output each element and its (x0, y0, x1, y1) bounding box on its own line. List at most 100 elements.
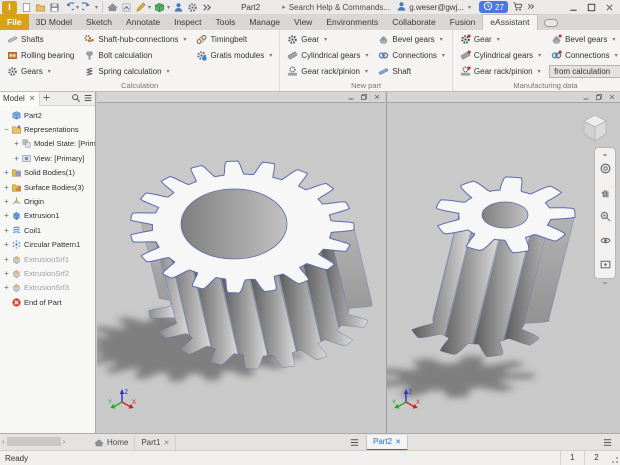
close-icon[interactable]: ✕ (163, 439, 169, 447)
ribbon-button-gear-rack-pinion[interactable]: Gear rack/pinion▾ (458, 64, 543, 79)
pan-icon[interactable] (599, 186, 612, 204)
tab-environments[interactable]: Environments (319, 14, 385, 30)
look-at-icon[interactable] (599, 258, 612, 276)
tab-scroll-control[interactable]: ‹ › (2, 437, 65, 446)
navbar-options-icon[interactable] (603, 282, 607, 284)
user-account-menu[interactable]: g.weser@gwj... ▾ (396, 1, 471, 14)
save-button[interactable] (48, 1, 61, 14)
new-file-button[interactable] (20, 1, 33, 14)
browser-menu-button[interactable] (83, 93, 93, 105)
ribbon-button-cylindrical-gears[interactable]: Cylindrical gears▾ (458, 48, 543, 63)
from-calculation-combobox[interactable]: from calculation▾ (549, 65, 620, 78)
tab-3d-model[interactable]: 3D Model (29, 14, 79, 30)
home-view-button[interactable] (106, 1, 119, 14)
viewport-right-canvas[interactable]: ZXY (387, 103, 620, 433)
tab-collaborate[interactable]: Collaborate (385, 14, 442, 30)
tree-expander[interactable]: + (2, 283, 11, 292)
tab-manage[interactable]: Manage (242, 14, 287, 30)
tree-expander[interactable]: − (2, 125, 11, 134)
viewport-left-canvas[interactable]: ZXY (97, 103, 385, 433)
tree-expander[interactable]: + (2, 240, 11, 249)
tree-item-end-of-part[interactable]: End of Part (0, 295, 95, 309)
ribbon-button-connections[interactable]: Connections▾ (549, 48, 620, 63)
tab-view[interactable]: View (287, 14, 319, 30)
ribbon-button-connections[interactable]: Connections▾ (376, 48, 447, 63)
viewport-right-titlebar[interactable] (387, 92, 620, 103)
close-button[interactable] (603, 1, 615, 13)
tab-fusion[interactable]: Fusion (443, 14, 483, 30)
ribbon-button-bevel-gears[interactable]: Bevel gears▾ (376, 32, 447, 47)
ribbon-button-gears[interactable]: Gears▾ (5, 64, 76, 79)
undo-button[interactable]: ▾ (62, 1, 80, 14)
tab-file[interactable]: File (0, 14, 29, 30)
ribbon-display-icon[interactable] (544, 19, 558, 27)
doc-tabs-overflow-right[interactable] (602, 437, 613, 450)
settings-button[interactable] (186, 1, 199, 14)
ribbon-button-bevel-gears[interactable]: Bevel gears▾ (549, 32, 620, 47)
tree-expander[interactable]: + (2, 269, 11, 278)
scrollbar-thumb[interactable] (7, 437, 61, 446)
return-button[interactable] (120, 1, 133, 14)
tree-item-extrusionsrf1[interactable]: +ExtrusionSrf1 (0, 252, 95, 266)
tree-item-surface-bodies-3-[interactable]: +Surface Bodies(3) (0, 180, 95, 194)
notification-badge[interactable]: 27 (479, 1, 508, 13)
tree-expander[interactable]: + (2, 255, 11, 264)
ribbon-button-timingbelt[interactable]: Timingbelt (194, 32, 274, 47)
doc-tabs-overflow-left[interactable] (349, 437, 360, 450)
tab-eassistant[interactable]: eAssistant (482, 14, 537, 30)
ribbon-button-shafts[interactable]: Shafts (5, 32, 76, 47)
tree-item-view-primary-[interactable]: +View: [Primary] (0, 151, 95, 165)
view-cube[interactable] (578, 111, 612, 145)
scroll-right-icon[interactable]: › (63, 437, 66, 446)
ribbon-button-shaft-hub-connections[interactable]: Shaft-hub-connections▾ (82, 32, 188, 47)
tab-tools[interactable]: Tools (208, 14, 242, 30)
ribbon-button-cylindrical-gears[interactable]: Cylindrical gears▾ (285, 48, 370, 63)
ribbon-button-rolling-bearing[interactable]: Rolling bearing (5, 48, 76, 63)
open-button[interactable] (34, 1, 47, 14)
ribbon-button-gear[interactable]: Gear▾ (285, 32, 370, 47)
search-help-input[interactable]: ▸ Search Help & Commands... (282, 3, 390, 12)
tree-expander[interactable]: + (2, 168, 11, 177)
ribbon-button-gratis-modules[interactable]: Gratis modules▾ (194, 48, 274, 63)
orbit-icon[interactable] (599, 234, 612, 252)
tree-item-circular-pattern1[interactable]: +Circular Pattern1 (0, 238, 95, 252)
tree-item-coil1[interactable]: +Coil1 (0, 223, 95, 237)
tree-item-extrusionsrf2[interactable]: +ExtrusionSrf2 (0, 266, 95, 280)
doc-tab-home[interactable]: Home (88, 435, 135, 451)
doc-tab-part2[interactable]: Part2✕ (366, 435, 408, 451)
ribbon-button-spring-calculation[interactable]: Spring calculation▾ (82, 64, 188, 79)
ribbon-button-bolt-calculation[interactable]: Bolt calculation (82, 48, 188, 63)
ribbon-button-gear[interactable]: Gear▾ (458, 32, 543, 47)
close-icon[interactable]: ✕ (395, 438, 401, 446)
tab-annotate[interactable]: Annotate (119, 14, 167, 30)
tree-expander[interactable]: + (2, 211, 11, 220)
tree-expander[interactable]: + (2, 226, 11, 235)
navbar-handle-icon[interactable] (603, 154, 607, 156)
minimize-button[interactable] (567, 1, 579, 13)
tree-item-representations[interactable]: −Representations (0, 122, 95, 136)
zoom-icon[interactable] (599, 210, 612, 228)
tree-item-extrusion1[interactable]: +Extrusion1 (0, 209, 95, 223)
tab-sketch[interactable]: Sketch (79, 14, 119, 30)
browser-search-button[interactable] (71, 93, 81, 105)
share-button[interactable] (172, 1, 185, 14)
tree-expander[interactable]: + (2, 183, 11, 192)
tree-expander[interactable]: + (12, 154, 21, 163)
tree-item-part2[interactable]: Part2 (0, 108, 95, 122)
tree-item-model-state-primary-[interactable]: +Model State: [Primary] (0, 137, 95, 151)
doc-tab-part1[interactable]: Part1✕ (135, 435, 176, 451)
browser-add-tab-button[interactable] (40, 93, 53, 104)
tree-expander[interactable]: + (12, 139, 21, 148)
tree-expander[interactable]: + (2, 197, 11, 206)
maximize-button[interactable] (585, 1, 597, 13)
tree-item-origin[interactable]: +Origin (0, 194, 95, 208)
viewport-left-titlebar[interactable] (97, 92, 385, 103)
qat-overflow-button[interactable] (200, 1, 213, 14)
tab-inspect[interactable]: Inspect (167, 14, 208, 30)
steering-wheel-icon[interactable] (599, 162, 612, 180)
tree-item-extrusionsrf3[interactable]: +ExtrusionSrf3 (0, 281, 95, 295)
browser-tab-model[interactable]: Model (0, 92, 40, 106)
inventor-logo[interactable]: I (2, 1, 17, 14)
scroll-left-icon[interactable]: ‹ (2, 437, 5, 446)
resize-grip[interactable] (608, 451, 620, 465)
